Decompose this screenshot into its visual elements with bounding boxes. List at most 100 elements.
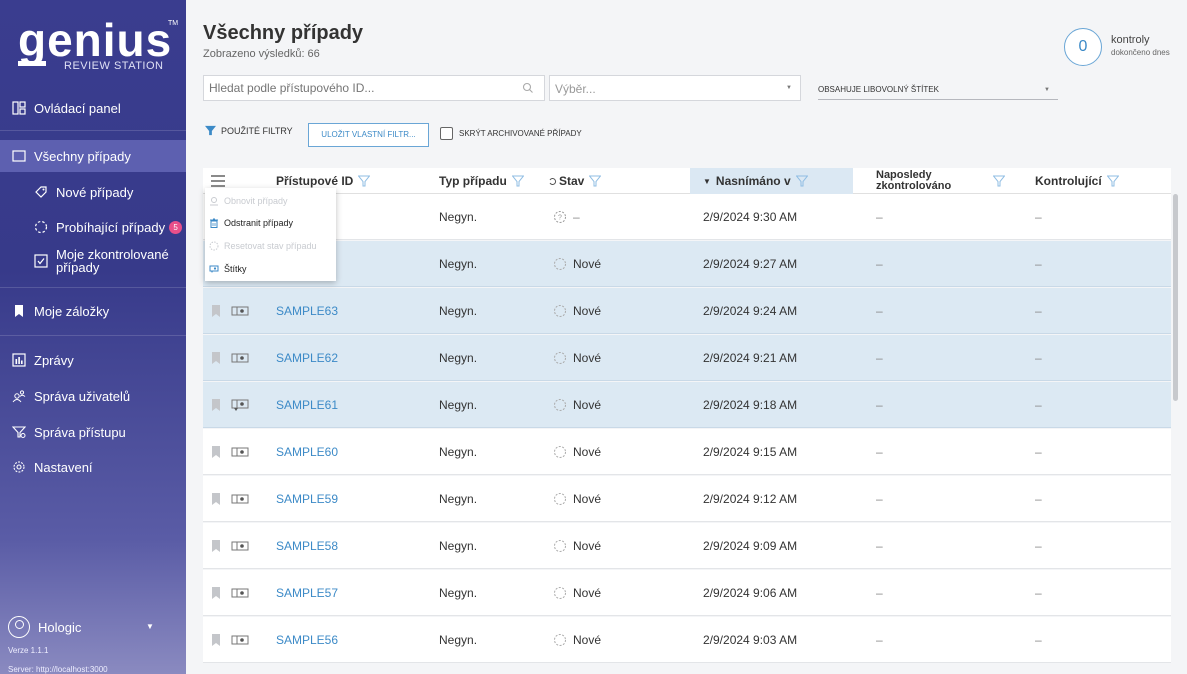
access-id-cell[interactable]: SAMPLE63 bbox=[276, 288, 338, 334]
access-id-cell[interactable]: SAMPLE60 bbox=[276, 429, 338, 475]
table-row[interactable]: SAMPLE61 Negyn. Nové 2/9/2024 9:18 AM – … bbox=[203, 382, 1171, 428]
sidebar-item-label: Ovládací panel bbox=[34, 100, 121, 116]
filter-icon[interactable] bbox=[511, 175, 524, 187]
bookmark-icon[interactable] bbox=[211, 351, 221, 365]
filter-icon[interactable] bbox=[993, 175, 1005, 187]
checks-label: kontroly bbox=[1111, 34, 1150, 46]
column-header-last-reviewed[interactable]: Naposledy zkontrolováno bbox=[876, 168, 1006, 194]
new-status-icon bbox=[554, 446, 566, 458]
filter-icon bbox=[205, 125, 216, 136]
chevron-down-icon: ▼ bbox=[1044, 87, 1050, 93]
tagged-study-icon bbox=[231, 399, 249, 411]
bookmark-icon[interactable] bbox=[211, 398, 221, 412]
last-reviewed-cell: – bbox=[876, 492, 883, 506]
access-id-cell[interactable]: SAMPLE61 bbox=[276, 382, 338, 428]
bookmark-icon[interactable] bbox=[211, 304, 221, 318]
case-type-select[interactable]: Výběr... ▼ bbox=[549, 75, 801, 101]
new-status-icon bbox=[554, 399, 566, 411]
sidebar-item-reports[interactable]: Zprávy bbox=[0, 348, 186, 372]
column-header-status[interactable]: Stav bbox=[548, 168, 602, 194]
save-filter-button[interactable]: ULOŽIT VLASTNÍ FILTR... bbox=[308, 123, 429, 147]
menu-item-tags[interactable]: Štítky bbox=[209, 264, 247, 274]
access-id-cell[interactable]: SAMPLE56 bbox=[276, 617, 338, 663]
logo-subtitle: REVIEW STATION bbox=[64, 60, 164, 72]
study-icon bbox=[231, 588, 249, 598]
case-type-cell: Negyn. bbox=[439, 304, 478, 318]
search-input[interactable] bbox=[204, 76, 504, 100]
reviewer-cell: – bbox=[1035, 210, 1042, 224]
study-icon bbox=[231, 306, 249, 316]
table-row[interactable]: Negyn. ? – 2/9/2024 9:30 AM – – bbox=[203, 194, 1171, 240]
bookmark-icon[interactable] bbox=[211, 633, 221, 647]
table-row[interactable]: SAMPLE56 Negyn. Nové 2/9/2024 9:03 AM – … bbox=[203, 617, 1171, 663]
filter-icon[interactable] bbox=[795, 175, 808, 187]
case-type-cell: Negyn. bbox=[439, 539, 478, 553]
applied-filters-button[interactable]: POUŽITÉ FILTRY bbox=[205, 125, 293, 136]
search-box bbox=[203, 75, 545, 101]
menu-item-delete[interactable]: Odstranit případy bbox=[209, 218, 293, 228]
table-row[interactable]: SAMPLE59 Negyn. Nové 2/9/2024 9:12 AM – … bbox=[203, 476, 1171, 522]
users-icon bbox=[12, 389, 26, 403]
search-icon[interactable] bbox=[522, 82, 534, 94]
hamburger-menu-icon[interactable] bbox=[211, 175, 225, 187]
unknown-status-icon: ? bbox=[554, 211, 566, 223]
sidebar-item-label: Zprávy bbox=[34, 352, 74, 368]
status-cell: Nové bbox=[553, 241, 601, 287]
access-id-cell[interactable]: SAMPLE58 bbox=[276, 523, 338, 569]
status-cell: Nové bbox=[553, 288, 601, 334]
table-row[interactable]: Negyn. Nové 2/9/2024 9:27 AM – – bbox=[203, 241, 1171, 287]
sidebar-item-in-progress[interactable]: Probíhající případy 5 bbox=[0, 215, 186, 239]
case-type-cell: Negyn. bbox=[439, 257, 478, 271]
hide-archived-checkbox[interactable] bbox=[440, 127, 453, 140]
study-icon bbox=[231, 447, 249, 457]
table-row[interactable]: SAMPLE58 Negyn. Nové 2/9/2024 9:09 AM – … bbox=[203, 523, 1171, 569]
sidebar-item-label: Probíhající případy bbox=[56, 219, 166, 235]
bookmark-icon[interactable] bbox=[211, 586, 221, 600]
access-filter-icon bbox=[12, 425, 26, 439]
captured-cell: 2/9/2024 9:09 AM bbox=[703, 539, 798, 553]
sidebar-item-new-cases[interactable]: Nové případy bbox=[0, 180, 186, 204]
reviewer-cell: – bbox=[1035, 539, 1042, 553]
filter-icon[interactable] bbox=[358, 175, 371, 187]
sidebar-item-reviewed[interactable]: Moje zkontrolované případy bbox=[0, 248, 186, 278]
access-id-cell[interactable]: SAMPLE62 bbox=[276, 335, 338, 381]
row-icons bbox=[211, 288, 249, 334]
results-count: Zobrazeno výsledků: 66 bbox=[203, 48, 320, 60]
access-id-cell[interactable]: SAMPLE59 bbox=[276, 476, 338, 522]
sidebar-item-bookmarks[interactable]: Moje záložky bbox=[0, 299, 186, 323]
column-header-captured[interactable]: ▼ Nasnímáno v bbox=[690, 168, 853, 194]
bookmark-icon[interactable] bbox=[211, 539, 221, 553]
new-status-icon bbox=[554, 634, 566, 646]
tag-icon bbox=[34, 185, 48, 199]
column-header-reviewers[interactable]: Kontrolující bbox=[1035, 168, 1119, 194]
logo-underline bbox=[18, 61, 46, 66]
column-label: Přístupové ID bbox=[276, 174, 354, 188]
table-row[interactable]: SAMPLE60 Negyn. Nové 2/9/2024 9:15 AM – … bbox=[203, 429, 1171, 475]
sidebar-item-dashboard[interactable]: Ovládací panel bbox=[0, 96, 186, 120]
sidebar-item-label: Nastavení bbox=[34, 459, 93, 475]
select-placeholder: Výběr... bbox=[555, 82, 596, 96]
study-icon bbox=[231, 541, 249, 551]
table-row[interactable]: SAMPLE62 Negyn. Nové 2/9/2024 9:21 AM – … bbox=[203, 335, 1171, 381]
sidebar-item-user-management[interactable]: Správa uživatelů bbox=[0, 384, 186, 408]
table-row[interactable]: SAMPLE63 Negyn. Nové 2/9/2024 9:24 AM – … bbox=[203, 288, 1171, 334]
access-id-cell[interactable]: SAMPLE57 bbox=[276, 570, 338, 616]
column-header-case-type[interactable]: Typ případu bbox=[439, 168, 524, 194]
tag-filter-select[interactable]: OBSAHUJE LIBOVOLNÝ ŠTÍTEK ▼ bbox=[818, 80, 1058, 100]
bookmark-icon[interactable] bbox=[211, 445, 221, 459]
sidebar-item-access-management[interactable]: Správa přístupu bbox=[0, 420, 186, 444]
reviewer-cell: – bbox=[1035, 633, 1042, 647]
case-type-cell: Negyn. bbox=[439, 210, 478, 224]
hide-archived-toggle[interactable]: SKRÝT ARCHIVOVANÉ PŘÍPADY bbox=[440, 127, 582, 140]
chevron-down-icon[interactable]: ▼ bbox=[146, 622, 154, 631]
table-scrollbar[interactable] bbox=[1173, 194, 1178, 401]
filter-icon[interactable] bbox=[589, 175, 602, 187]
table-row[interactable]: SAMPLE57 Negyn. Nové 2/9/2024 9:06 AM – … bbox=[203, 570, 1171, 616]
sidebar-item-settings[interactable]: Nastavení bbox=[0, 455, 186, 479]
last-reviewed-cell: – bbox=[876, 351, 883, 365]
user-name: Hologic bbox=[38, 620, 82, 635]
applied-filters-label: POUŽITÉ FILTRY bbox=[221, 125, 293, 136]
bookmark-icon[interactable] bbox=[211, 492, 221, 506]
sidebar-item-all-cases[interactable]: Všechny případy bbox=[0, 140, 186, 172]
filter-icon[interactable] bbox=[1106, 175, 1119, 187]
